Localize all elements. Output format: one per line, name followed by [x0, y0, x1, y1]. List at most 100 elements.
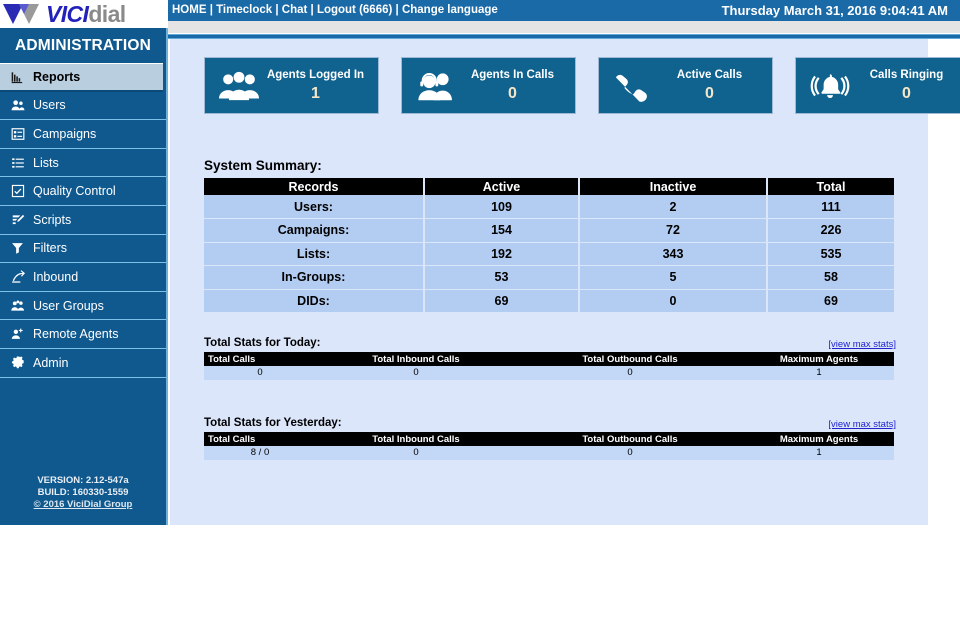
nav-link-change-language[interactable]: Change language: [402, 4, 498, 16]
summary-inactive: 2: [579, 195, 768, 219]
summary-active: 154: [424, 218, 580, 243]
stat-card-label: Active Calls: [676, 69, 743, 81]
table-header-row: Total Calls Total Inbound Calls Total Ou…: [204, 432, 894, 446]
stat-card-value: 0: [508, 85, 517, 102]
main-content: Agents Logged In 1 Agents In Calls 0 Active …: [170, 39, 960, 525]
stat-card-body: Active Calls 0: [659, 68, 762, 103]
table-row: Lists: 192 343 535: [204, 242, 894, 266]
col-total-calls: Total Calls: [204, 352, 316, 366]
sidebar-item-label: Users: [33, 98, 66, 113]
summary-active: 53: [424, 265, 580, 290]
sidebar: ADMINISTRATION Reports Users Campaigns List…: [0, 28, 168, 525]
nav-separator-2: |: [272, 4, 282, 16]
user-plus-icon: [9, 327, 26, 342]
yesterday-view-max-stats-link[interactable]: [view max stats]: [828, 419, 896, 430]
today-total-calls: 0: [204, 366, 316, 381]
stat-card-label: Agents In Calls: [470, 69, 555, 81]
sidebar-item-filters[interactable]: Filters: [0, 235, 166, 264]
vicidial-admin-page: VICIdial HOME | Timeclock | Chat | Logou…: [0, 0, 960, 630]
stat-card-active-calls[interactable]: Active Calls 0: [598, 57, 773, 114]
col-total-outbound-calls: Total Outbound Calls: [516, 432, 744, 446]
stat-card-label: Calls Ringing: [869, 69, 944, 81]
nav-separator-4: |: [392, 4, 402, 16]
sidebar-item-lists[interactable]: Lists: [0, 149, 166, 178]
logo-triangles-icon: [3, 4, 39, 24]
list-card-icon: [9, 126, 26, 141]
yesterday-stats-table: Total Calls Total Inbound Calls Total Ou…: [204, 432, 894, 461]
col-total-outbound-calls: Total Outbound Calls: [516, 352, 744, 366]
table-row: Campaigns: 154 72 226: [204, 218, 894, 243]
stat-card-body: Agents In Calls 0: [462, 68, 565, 103]
sidebar-item-inbound[interactable]: Inbound: [0, 263, 166, 292]
summary-total: 58: [767, 265, 894, 290]
col-maximum-agents: Maximum Agents: [744, 432, 894, 446]
yesterday-maximum-agents: 1: [744, 446, 894, 461]
bar-chart-icon: [9, 69, 26, 84]
header-gray-strip: [168, 21, 960, 34]
stat-card-agents-logged-in[interactable]: Agents Logged In 1: [204, 57, 379, 114]
summary-row-label[interactable]: In-Groups:: [204, 265, 425, 290]
sidebar-item-label: Quality Control: [33, 184, 116, 199]
table-row: Users: 109 2 111: [204, 195, 894, 219]
today-view-max-stats-link[interactable]: [view max stats]: [828, 339, 896, 350]
sidebar-item-remote-agents[interactable]: Remote Agents: [0, 320, 166, 349]
version-label: VERSION: 2.12-547a: [37, 475, 129, 486]
logo-text-vici: VICI: [46, 1, 89, 27]
summary-active: 109: [424, 195, 580, 219]
nav-link-timeclock[interactable]: Timeclock: [216, 4, 272, 16]
funnel-icon: [9, 241, 26, 256]
nav-separator-3: |: [307, 4, 317, 16]
table-row: DIDs: 69 0 69: [204, 289, 894, 313]
stat-card-calls-ringing[interactable]: Calls Ringing 0: [795, 57, 960, 114]
nav-link-logout[interactable]: Logout (6666): [317, 4, 392, 16]
summary-active: 192: [424, 242, 580, 266]
build-label: BUILD: 160330-1559: [37, 487, 129, 498]
vicidial-logo[interactable]: VICIdial: [0, 0, 168, 28]
summary-row-label[interactable]: Lists:: [204, 242, 425, 266]
nav-link-home[interactable]: HOME: [172, 4, 207, 16]
summary-row-label[interactable]: DIDs:: [204, 289, 425, 313]
sidebar-item-reports[interactable]: Reports: [0, 63, 163, 92]
summary-inactive: 343: [579, 242, 768, 266]
copyright-link[interactable]: © 2016 ViciDial Group: [34, 499, 133, 510]
sidebar-item-label: Campaigns: [33, 126, 97, 141]
sidebar-item-label: Reports: [33, 69, 81, 84]
sidebar-item-campaigns[interactable]: Campaigns: [0, 120, 166, 149]
col-total: Total: [767, 178, 894, 195]
sidebar-item-label: Filters: [33, 241, 68, 256]
col-inactive: Inactive: [579, 178, 768, 195]
checkbox-icon: [9, 184, 26, 199]
sidebar-item-users[interactable]: Users: [0, 92, 166, 121]
sidebar-item-admin[interactable]: Admin: [0, 349, 166, 378]
headset-agents-icon: [410, 71, 462, 101]
summary-row-label[interactable]: Users:: [204, 195, 425, 219]
arrow-in-icon: [9, 269, 26, 284]
sidebar-item-label: User Groups: [33, 298, 104, 313]
table-header-row: Records Active Inactive Total: [204, 178, 894, 195]
phone-handset-icon: [607, 70, 659, 102]
nav-separator-1: |: [206, 4, 217, 16]
stat-card-agents-in-calls[interactable]: Agents In Calls 0: [401, 57, 576, 114]
header-datetime: Thursday March 31, 2016 9:04:41 AM: [721, 3, 948, 18]
summary-total: 111: [767, 195, 894, 219]
col-records: Records: [204, 178, 425, 195]
stat-cards-row: Agents Logged In 1 Agents In Calls 0 Active …: [204, 57, 960, 114]
table-row: In-Groups: 53 5 58: [204, 265, 894, 290]
col-maximum-agents: Maximum Agents: [744, 352, 894, 366]
list-icon: [9, 155, 26, 170]
sidebar-item-quality-control[interactable]: Quality Control: [0, 177, 166, 206]
stat-card-value: 0: [902, 85, 911, 102]
nav-link-chat[interactable]: Chat: [282, 4, 308, 16]
sidebar-item-label: Inbound: [33, 269, 79, 284]
yesterday-stats-title: Total Stats for Yesterday:: [204, 417, 342, 429]
summary-total: 535: [767, 242, 894, 266]
summary-row-label[interactable]: Campaigns:: [204, 218, 425, 243]
top-nav: HOME | Timeclock | Chat | Logout (6666) …: [172, 4, 498, 16]
today-stats-title: Total Stats for Today:: [204, 337, 321, 349]
col-active: Active: [424, 178, 580, 195]
sidebar-item-scripts[interactable]: Scripts: [0, 206, 166, 235]
summary-inactive: 0: [579, 289, 768, 313]
system-summary-table: Records Active Inactive Total Users: 109 2…: [204, 178, 894, 313]
yesterday-total-calls: 8 / 0: [204, 446, 316, 461]
sidebar-item-user-groups[interactable]: User Groups: [0, 292, 166, 321]
